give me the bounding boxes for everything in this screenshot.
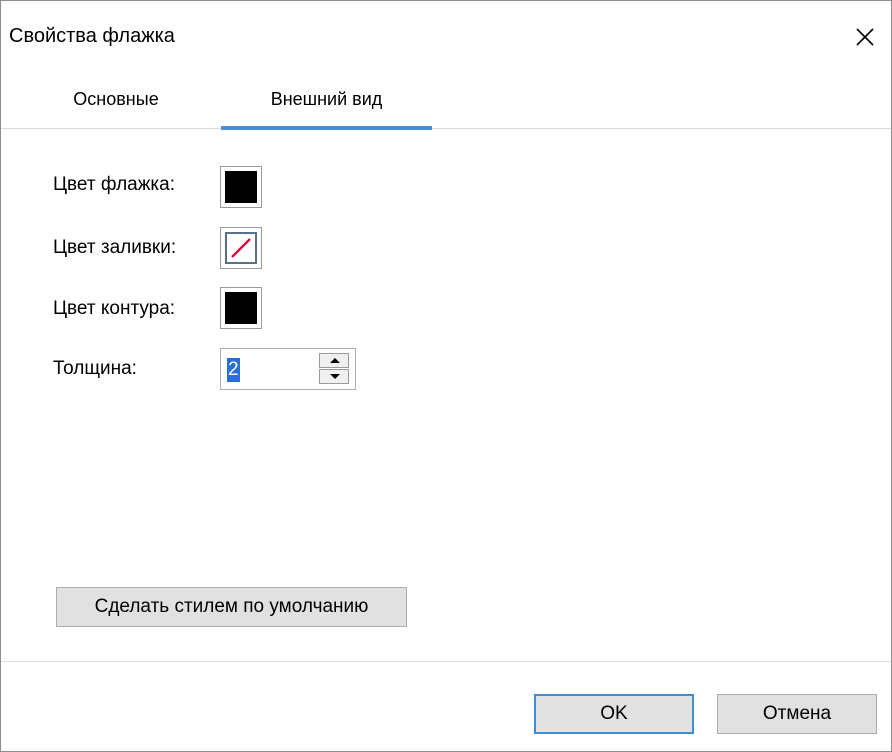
title-bar: Свойства флажка (1, 1, 891, 71)
flag-color-swatch[interactable] (220, 166, 262, 208)
thickness-stepper[interactable]: 2 (220, 348, 356, 390)
footer-divider (1, 661, 891, 662)
outline-color-fill (225, 292, 257, 324)
flag-properties-dialog: Свойства флажка Основные Внешний вид Цве… (0, 0, 892, 752)
flag-color-label: Цвет флажка: (53, 174, 176, 195)
fill-color-label: Цвет заливки: (53, 237, 177, 258)
make-default-style-button[interactable]: Сделать стилем по умолчанию (56, 587, 407, 627)
arrow-down-icon (330, 374, 340, 379)
thickness-value[interactable]: 2 (227, 358, 240, 382)
outline-color-label: Цвет контура: (53, 298, 176, 319)
active-tab-indicator (221, 126, 432, 130)
tab-appearance[interactable]: Внешний вид (221, 71, 432, 130)
dialog-title: Свойства флажка (9, 25, 175, 47)
close-button[interactable] (843, 15, 887, 59)
tab-main-label: Основные (73, 89, 159, 109)
thickness-decrement-button[interactable] (319, 369, 349, 384)
thickness-label: Толщина: (53, 358, 137, 379)
ok-button[interactable]: OK (534, 694, 694, 734)
arrow-up-icon (330, 358, 340, 363)
flag-color-fill (225, 171, 257, 203)
outline-color-swatch[interactable] (220, 287, 262, 329)
close-icon (856, 28, 874, 46)
thickness-spin-buttons (319, 353, 351, 385)
tab-strip: Основные Внешний вид (1, 71, 891, 130)
fill-color-swatch[interactable] (220, 227, 262, 269)
tab-main[interactable]: Основные (41, 71, 191, 128)
no-fill-icon (225, 232, 257, 264)
thickness-increment-button[interactable] (319, 353, 349, 368)
tab-appearance-label: Внешний вид (270, 89, 383, 109)
cancel-button[interactable]: Отмена (717, 694, 877, 734)
